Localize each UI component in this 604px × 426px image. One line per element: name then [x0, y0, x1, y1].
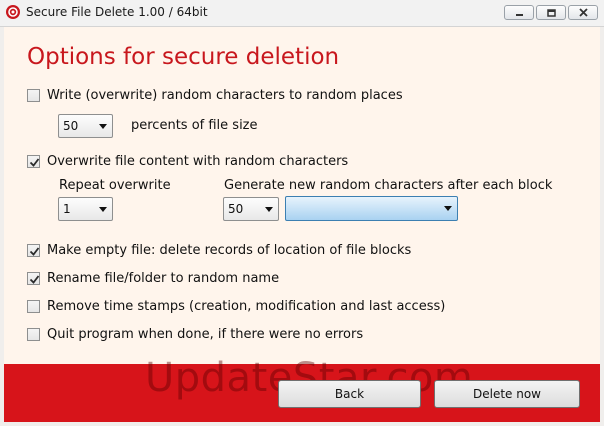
- page-title: Options for secure deletion: [27, 44, 340, 70]
- make-empty-label: Make empty file: delete records of locat…: [47, 243, 412, 258]
- back-button[interactable]: Back: [278, 380, 421, 408]
- rename-label: Rename file/folder to random name: [47, 271, 280, 286]
- close-button[interactable]: [568, 5, 598, 20]
- overwrite-content-checkbox[interactable]: [27, 155, 40, 168]
- percent-select-value: 50: [63, 119, 79, 133]
- repeat-select[interactable]: 1: [58, 197, 113, 221]
- overwrite-content-label: Overwrite file content with random chara…: [47, 154, 349, 169]
- gear-icon: [5, 4, 21, 20]
- delete-now-button[interactable]: Delete now: [434, 380, 580, 408]
- remove-timestamps-label: Remove time stamps (creation, modificati…: [47, 299, 446, 314]
- app-window: Secure File Delete 1.00 / 64bit Options …: [0, 0, 604, 426]
- repeat-select-value: 1: [63, 202, 71, 216]
- checkmark-icon: [29, 247, 40, 256]
- chevron-down-icon: [99, 124, 107, 129]
- chevron-down-icon: [444, 206, 452, 211]
- repeat-overwrite-label: Repeat overwrite: [59, 178, 171, 193]
- checkmark-icon: [29, 158, 40, 167]
- chevron-down-icon: [99, 207, 107, 212]
- generate-unit-select[interactable]: [285, 196, 458, 221]
- minimize-button[interactable]: [504, 5, 534, 20]
- quit-when-done-checkbox[interactable]: [27, 328, 40, 341]
- write-random-checkbox[interactable]: [27, 89, 40, 102]
- restore-button[interactable]: [536, 5, 566, 20]
- make-empty-checkbox[interactable]: [27, 244, 40, 257]
- write-random-label: Write (overwrite) random characters to r…: [47, 88, 403, 103]
- window-title: Secure File Delete 1.00 / 64bit: [26, 5, 208, 19]
- chevron-down-icon: [265, 207, 273, 212]
- generate-select[interactable]: 50: [223, 197, 279, 221]
- percent-label: percents of file size: [131, 118, 258, 133]
- generate-label: Generate new random characters after eac…: [224, 178, 553, 193]
- title-bar[interactable]: Secure File Delete 1.00 / 64bit: [0, 0, 604, 27]
- generate-select-value: 50: [228, 202, 244, 216]
- minimize-icon: [516, 14, 523, 16]
- rename-checkbox[interactable]: [27, 272, 40, 285]
- close-icon: [579, 8, 588, 17]
- checkmark-icon: [29, 275, 40, 284]
- quit-when-done-label: Quit program when done, if there were no…: [47, 327, 364, 342]
- restore-icon: [547, 9, 556, 17]
- percent-select[interactable]: 50: [58, 114, 113, 138]
- remove-timestamps-checkbox[interactable]: [27, 300, 40, 313]
